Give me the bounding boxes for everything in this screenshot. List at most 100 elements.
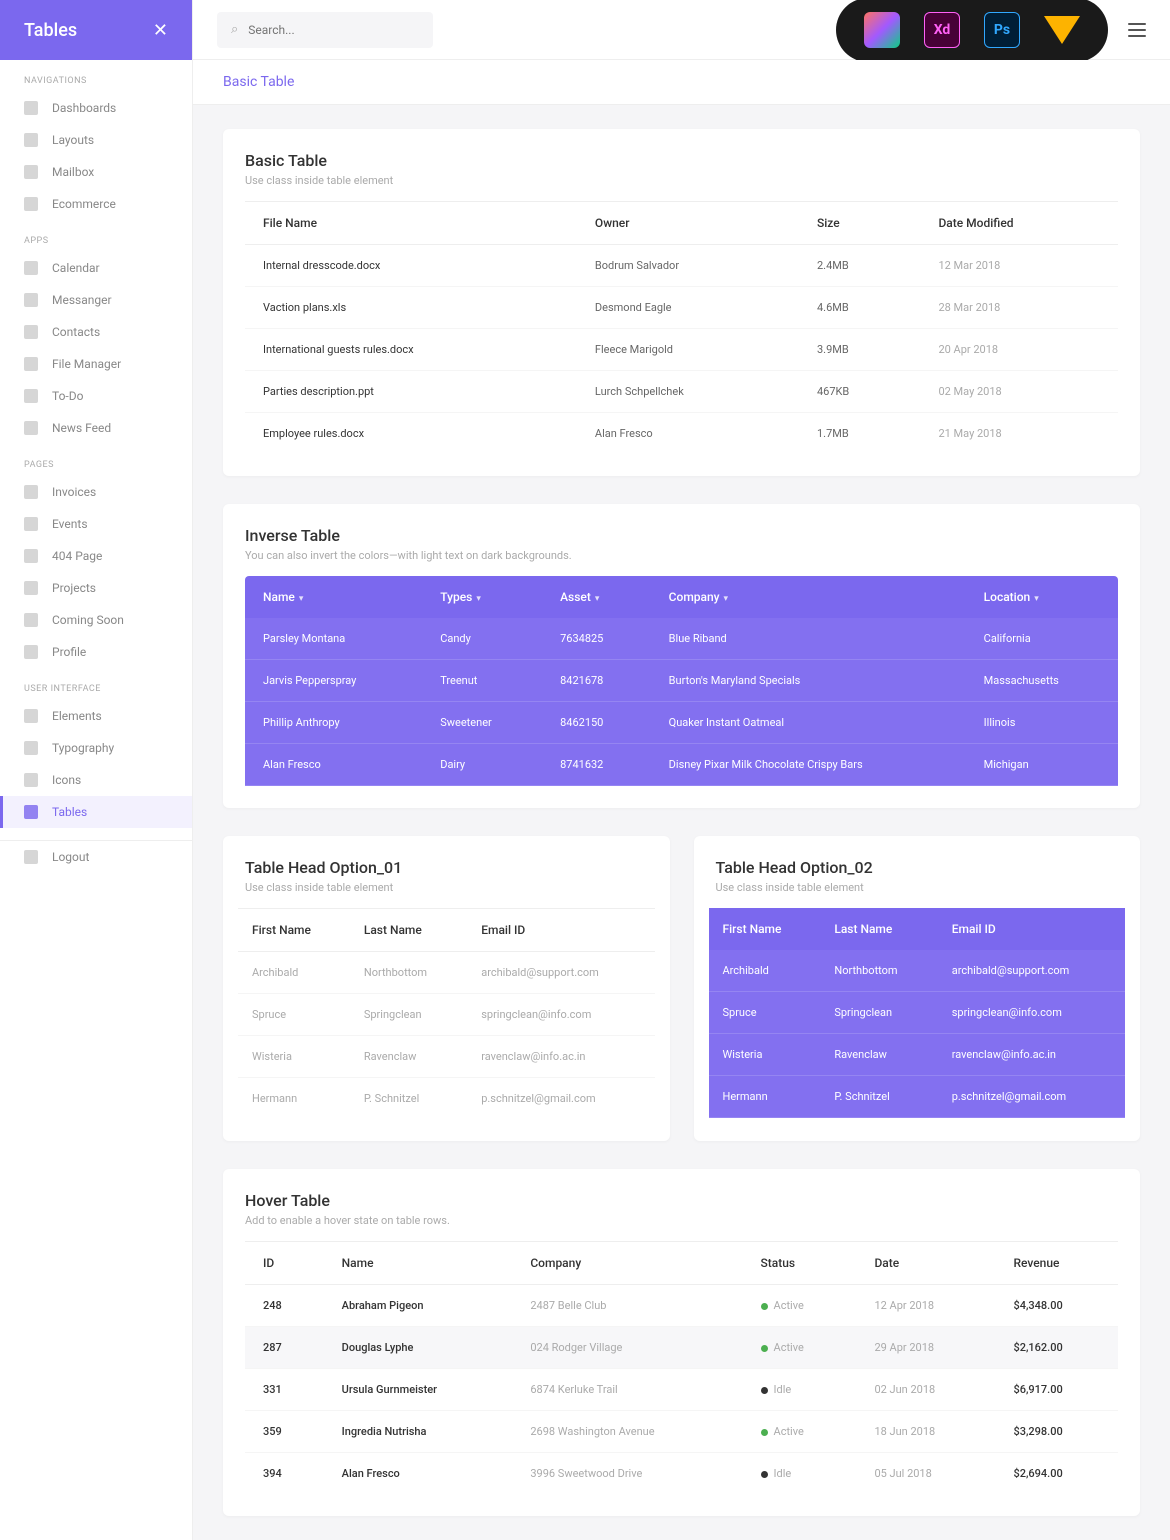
table-row[interactable]: International guests rules.docxFleece Ma… (245, 329, 1118, 371)
tables-icon (24, 805, 38, 819)
column-header[interactable]: Location▾ (966, 576, 1118, 618)
menu-icon[interactable] (1128, 23, 1146, 37)
table-row[interactable]: ArchibaldNorthbottomarchibald@support.co… (238, 952, 655, 994)
table-cell: 02 May 2018 (920, 371, 1118, 413)
table-row[interactable]: Vaction plans.xlsDesmond Eagle4.6MB28 Ma… (245, 287, 1118, 329)
table-cell: $2,162.00 (995, 1327, 1118, 1369)
sidebar-item-tables[interactable]: Tables (0, 796, 192, 828)
sidebar-item-file-manager[interactable]: File Manager (0, 348, 192, 380)
column-header: Email ID (467, 909, 654, 952)
section-label: USER INTERFACE (0, 668, 192, 700)
sidebar-item-icons[interactable]: Icons (0, 764, 192, 796)
sidebar-item-news-feed[interactable]: News Feed (0, 412, 192, 444)
table-row[interactable]: HermannP. Schnitzelp.schnitzel@gmail.com (709, 1076, 1126, 1118)
sidebar-item-typography[interactable]: Typography (0, 732, 192, 764)
table-row[interactable]: 394Alan Fresco3996 Sweetwood DriveIdle05… (245, 1453, 1118, 1495)
table-row[interactable]: 359Ingredia Nutrisha2698 Washington Aven… (245, 1411, 1118, 1453)
inverse-sub: You can also invert the colors—with ligh… (245, 549, 1118, 562)
sidebar-item-mailbox[interactable]: Mailbox (0, 156, 192, 188)
sidebar-item-todo[interactable]: To-Do (0, 380, 192, 412)
column-header[interactable]: Name▾ (245, 576, 422, 618)
sidebar-item-logout[interactable]: Logout (0, 841, 192, 873)
status-text: Active (774, 1341, 804, 1354)
sidebar-item-layouts[interactable]: Layouts (0, 124, 192, 156)
nav-label: Mailbox (52, 165, 94, 179)
table-cell: Hermann (238, 1078, 350, 1120)
table-row[interactable]: HermannP. Schnitzelp.schnitzel@gmail.com (238, 1078, 655, 1120)
table-row[interactable]: WisteriaRavenclawravenclaw@info.ac.in (238, 1036, 655, 1078)
table-row[interactable]: Jarvis PeppersprayTreenut8421678Burton's… (245, 660, 1118, 702)
column-header[interactable]: Company▾ (651, 576, 966, 618)
sketch-icon[interactable] (1044, 16, 1080, 44)
status-text: Active (774, 1299, 804, 1312)
sidebar-item-projects[interactable]: Projects (0, 572, 192, 604)
table-cell: Phillip Anthropy (245, 702, 422, 744)
table-cell: Burton's Maryland Specials (651, 660, 966, 702)
column-header[interactable]: Asset▾ (542, 576, 651, 618)
table-row[interactable]: 331Ursula Gurnmeister6874 Kerluke TrailI… (245, 1369, 1118, 1411)
xd-icon[interactable]: Xd (924, 12, 960, 48)
table-cell: ravenclaw@info.ac.in (938, 1034, 1125, 1076)
table-cell: p.schnitzel@gmail.com (467, 1078, 654, 1120)
sort-caret-icon: ▾ (1034, 594, 1039, 604)
opt1-table: First NameLast NameEmail ID ArchibaldNor… (238, 908, 655, 1119)
sidebar-item-messanger[interactable]: Messanger (0, 284, 192, 316)
table-row[interactable]: Alan FrescoDairy8741632Disney Pixar Milk… (245, 744, 1118, 786)
table-cell: Abraham Pigeon (324, 1285, 513, 1327)
404-page-icon (24, 549, 38, 563)
sidebar-item-invoices[interactable]: Invoices (0, 476, 192, 508)
table-cell: Hermann (709, 1076, 821, 1118)
column-header[interactable]: Types▾ (422, 576, 542, 618)
table-row[interactable]: Parsley MontanaCandy7634825Blue RibandCa… (245, 618, 1118, 660)
sidebar-item-dashboards[interactable]: Dashboards (0, 92, 192, 124)
sort-caret-icon: ▾ (476, 594, 481, 604)
hover-table-card: Hover Table Add to enable a hover state … (223, 1169, 1140, 1516)
figma-icon[interactable] (864, 12, 900, 48)
table-cell: 02 Jun 2018 (856, 1369, 995, 1411)
search-input-wrapper[interactable]: ⌕ (217, 12, 433, 48)
sidebar-item-calendar[interactable]: Calendar (0, 252, 192, 284)
table-row[interactable]: 248Abraham Pigeon2487 Belle ClubActive12… (245, 1285, 1118, 1327)
table-cell: Employee rules.docx (245, 413, 577, 455)
table-cell: 12 Apr 2018 (856, 1285, 995, 1327)
nav-label: Logout (52, 850, 89, 864)
sort-caret-icon: ▾ (299, 594, 304, 604)
sidebar-item-elements[interactable]: Elements (0, 700, 192, 732)
table-row[interactable]: Employee rules.docxAlan Fresco1.7MB21 Ma… (245, 413, 1118, 455)
table-row[interactable]: Phillip AnthropySweetener8462150Quaker I… (245, 702, 1118, 744)
content: Basic Table Use class inside table eleme… (193, 105, 1170, 1540)
table-cell: 394 (245, 1453, 324, 1495)
sidebar-item-profile[interactable]: Profile (0, 636, 192, 668)
table-row[interactable]: SpruceSpringcleanspringclean@info.com (238, 994, 655, 1036)
table-cell: P. Schnitzel (350, 1078, 467, 1120)
todo-icon (24, 389, 38, 403)
sidebar-item-events[interactable]: Events (0, 508, 192, 540)
table-cell: Springclean (350, 994, 467, 1036)
table-row[interactable]: Parties description.pptLurch Schpellchek… (245, 371, 1118, 413)
table-cell: Active (743, 1411, 857, 1453)
table-cell: 3996 Sweetwood Drive (512, 1453, 742, 1495)
news-feed-icon (24, 421, 38, 435)
table-row[interactable]: ArchibaldNorthbottomarchibald@support.co… (709, 950, 1126, 992)
search-input[interactable] (248, 23, 419, 37)
table-cell: Vaction plans.xls (245, 287, 577, 329)
nav-label: Tables (52, 805, 87, 819)
table-row[interactable]: WisteriaRavenclawravenclaw@info.ac.in (709, 1034, 1126, 1076)
table-row[interactable]: Internal dresscode.docxBodrum Salvador2.… (245, 245, 1118, 287)
sidebar-item-ecommerce[interactable]: Ecommerce (0, 188, 192, 220)
sidebar-item-contacts[interactable]: Contacts (0, 316, 192, 348)
table-cell: Ingredia Nutrisha (324, 1411, 513, 1453)
table-cell: Idle (743, 1369, 857, 1411)
sidebar-item-404-page[interactable]: 404 Page (0, 540, 192, 572)
sidebar-item-coming-soon[interactable]: Coming Soon (0, 604, 192, 636)
tools-icon[interactable]: ✕ (153, 20, 168, 41)
hover-title: Hover Table (245, 1191, 1118, 1210)
table-cell: Alan Fresco (324, 1453, 513, 1495)
dashboards-icon (24, 101, 38, 115)
basic-table-card: Basic Table Use class inside table eleme… (223, 129, 1140, 476)
ps-icon[interactable]: Ps (984, 12, 1020, 48)
table-row[interactable]: SpruceSpringcleanspringclean@info.com (709, 992, 1126, 1034)
opt2-sub: Use class inside table element (716, 881, 1119, 894)
table-cell: p.schnitzel@gmail.com (938, 1076, 1125, 1118)
table-row[interactable]: 287Douglas Lyphe024 Rodger VillageActive… (245, 1327, 1118, 1369)
